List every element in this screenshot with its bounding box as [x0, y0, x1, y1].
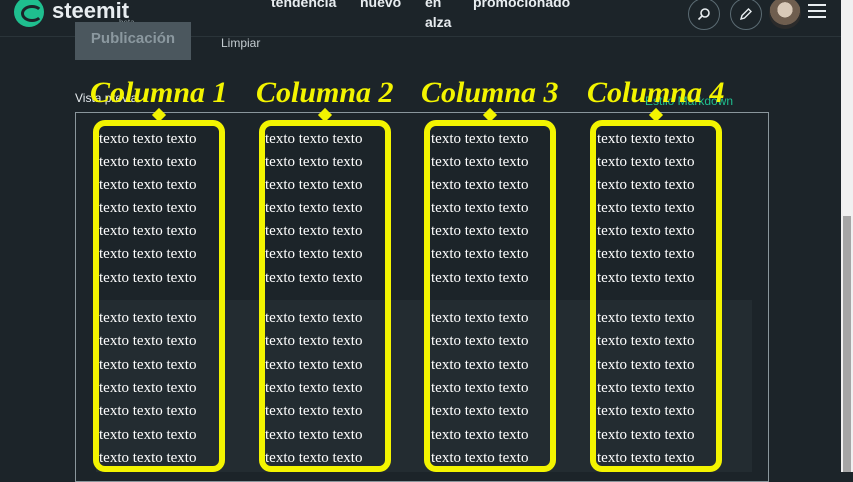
publish-button[interactable]: Publicación: [75, 22, 191, 60]
table-cell: texto texto texto: [99, 380, 197, 396]
table-cell: texto texto texto: [597, 310, 695, 326]
scrollbar-thumb[interactable]: [843, 216, 851, 472]
table-cell: texto texto texto: [265, 357, 363, 373]
pencil-icon: [739, 8, 752, 21]
table-cell: texto texto texto: [597, 200, 695, 216]
table-cell: texto texto texto: [265, 333, 363, 349]
table-cell: texto texto texto: [431, 333, 529, 349]
table-cell: texto texto texto: [265, 246, 363, 262]
search-icon: [697, 8, 710, 21]
column-annotation-3: Columna 3: [421, 76, 559, 109]
table-cell: texto texto texto: [265, 131, 363, 147]
table-cell: texto texto texto: [265, 380, 363, 396]
table-cell: texto texto texto: [597, 131, 695, 147]
brand-name: steemit: [52, 0, 130, 23]
table-cell: texto texto texto: [431, 427, 529, 443]
table-cell: texto texto texto: [597, 380, 695, 396]
table-cell: texto texto texto: [99, 223, 197, 239]
table-cell: texto texto texto: [99, 403, 197, 419]
table-cell: texto texto texto: [431, 357, 529, 373]
nav-nuevo[interactable]: nuevo: [360, 0, 401, 10]
table-cell: texto texto texto: [431, 200, 529, 216]
table-cell: texto texto texto: [431, 154, 529, 170]
table-cell: texto texto texto: [597, 450, 695, 466]
user-avatar[interactable]: [769, 0, 801, 29]
table-cell: texto texto texto: [265, 200, 363, 216]
nav-promocionado[interactable]: promocionado: [473, 0, 570, 10]
table-cell: texto texto texto: [597, 177, 695, 193]
table-cell: texto texto texto: [99, 154, 197, 170]
table-cell: texto texto texto: [99, 450, 197, 466]
table-cell: texto texto texto: [99, 427, 197, 443]
table-cell: texto texto texto: [99, 357, 197, 373]
table-cell: texto texto texto: [597, 357, 695, 373]
table-cell: texto texto texto: [597, 223, 695, 239]
nav-en-alza-line-2[interactable]: alza: [425, 14, 451, 30]
table-cell: texto texto texto: [597, 333, 695, 349]
column-annotation-4: Columna 4: [587, 76, 725, 109]
search-button[interactable]: [688, 0, 720, 30]
write-post-button[interactable]: [730, 0, 762, 30]
column-annotation-1: Columna 1: [90, 76, 228, 109]
table-cell: texto texto texto: [265, 177, 363, 193]
table-cell: texto texto texto: [265, 223, 363, 239]
hamburger-menu-icon[interactable]: [808, 4, 826, 22]
table-cell: texto texto texto: [431, 131, 529, 147]
table-cell: texto texto texto: [265, 403, 363, 419]
table-cell: texto texto texto: [99, 310, 197, 326]
table-cell: texto texto texto: [265, 154, 363, 170]
steemit-logo-icon: [14, 0, 44, 27]
nav-tendencia[interactable]: tendencia: [271, 0, 336, 10]
table-cell: texto texto texto: [99, 246, 197, 262]
table-cell: texto texto texto: [597, 246, 695, 262]
table-cell: texto texto texto: [99, 200, 197, 216]
table-cell: texto texto texto: [99, 270, 197, 286]
table-cell: texto texto texto: [99, 177, 197, 193]
table-cell: texto texto texto: [597, 154, 695, 170]
table-cell: texto texto texto: [99, 131, 197, 147]
table-cell: texto texto texto: [597, 270, 695, 286]
table-cell: texto texto texto: [265, 310, 363, 326]
column-annotation-2: Columna 2: [256, 76, 394, 109]
nav-en-alza-line-1[interactable]: en: [425, 0, 441, 10]
table-cell: texto texto texto: [99, 333, 197, 349]
table-cell: texto texto texto: [431, 177, 529, 193]
table-cell: texto texto texto: [431, 380, 529, 396]
table-cell: texto texto texto: [265, 427, 363, 443]
clear-link[interactable]: Limpiar: [221, 36, 260, 50]
table-cell: texto texto texto: [265, 270, 363, 286]
table-cell: texto texto texto: [431, 270, 529, 286]
table-cell: texto texto texto: [431, 223, 529, 239]
table-cell: texto texto texto: [597, 403, 695, 419]
table-cell: texto texto texto: [431, 403, 529, 419]
table-cell: texto texto texto: [597, 427, 695, 443]
table-cell: texto texto texto: [431, 310, 529, 326]
table-cell: texto texto texto: [265, 450, 363, 466]
table-cell: texto texto texto: [431, 246, 529, 262]
table-cell: texto texto texto: [431, 450, 529, 466]
